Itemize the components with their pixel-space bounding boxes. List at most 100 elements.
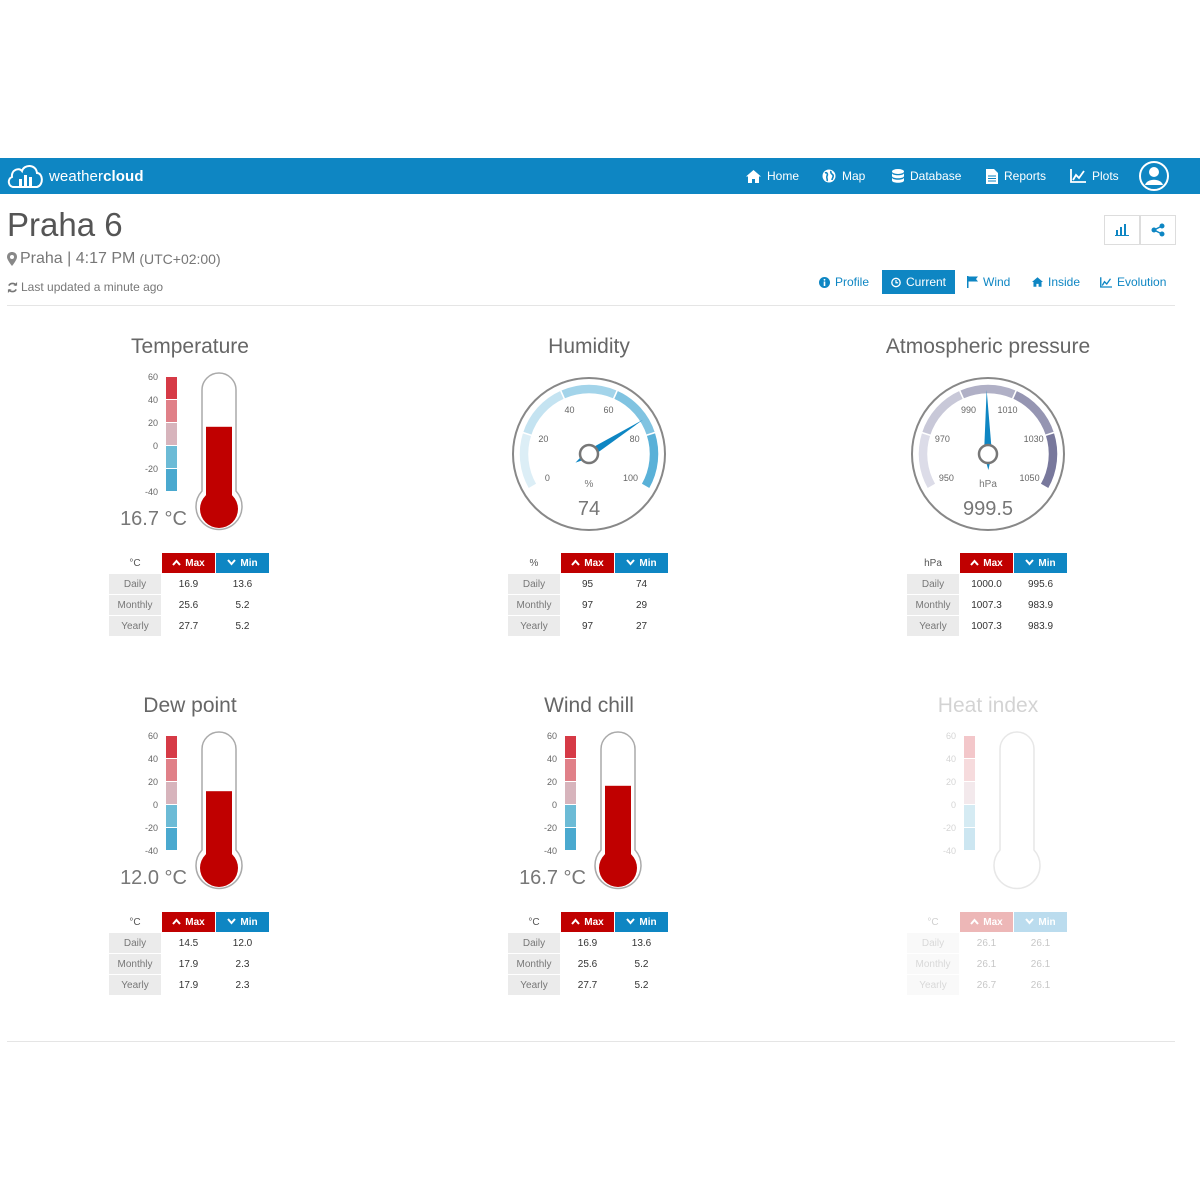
stats-min-header[interactable]: Min <box>615 553 668 573</box>
stats-max-label: Max <box>983 916 1003 928</box>
scale-color-block <box>565 759 576 781</box>
stats-max-label: Max <box>983 557 1003 569</box>
nav-home[interactable]: Home <box>746 158 799 194</box>
gauge-tick-label: 1050 <box>1020 473 1040 483</box>
stats-row: Yearly 1007.3 983.9 <box>907 616 1067 636</box>
chart-button[interactable] <box>1104 215 1140 245</box>
stats-max-label: Max <box>584 557 604 569</box>
stats-min-header[interactable]: Min <box>216 553 269 573</box>
tab-profile[interactable]: Profile <box>810 270 878 294</box>
stats-min-value: 983.9 <box>1027 620 1054 632</box>
brand-name-bold: cloud <box>103 167 144 185</box>
scale-color-block <box>565 828 576 850</box>
brand-logo[interactable]: weathercloud <box>6 158 144 194</box>
stats-max-header[interactable]: Max <box>960 553 1013 573</box>
stats-min-header[interactable]: Min <box>216 912 269 932</box>
tab-wind-label: Wind <box>983 275 1011 289</box>
scale-tick-label: -20 <box>145 464 158 474</box>
flag-icon <box>967 276 978 288</box>
humidity-widget: Humidity 0 20 40 60 80 100% 74% Max Min Daily 95 74 M… <box>399 335 799 675</box>
stats-min-header[interactable]: Min <box>615 912 668 932</box>
gauge-unit: hPa <box>979 479 997 490</box>
stats-max-value: 25.6 <box>577 958 598 970</box>
stats-min-value: 995.6 <box>1027 578 1054 590</box>
stats-max-value: 26.7 <box>976 979 997 991</box>
scale-color-block <box>166 469 177 491</box>
tab-profile-label: Profile <box>835 275 870 289</box>
stats-min-value: 13.6 <box>631 937 652 949</box>
stats-min-label: Min <box>639 557 657 569</box>
stats-min-value: 26.1 <box>1030 979 1051 991</box>
user-account-icon[interactable] <box>1138 160 1170 192</box>
nav-reports-label: Reports <box>1004 169 1047 183</box>
stats-table: °C Max Min Daily 26.1 26.1 Monthly 26.1 26.1 Year… <box>906 911 1068 996</box>
nav-database[interactable]: Database <box>892 158 961 194</box>
stats-unit: °C <box>129 557 141 569</box>
stats-max-header[interactable]: Max <box>960 912 1013 932</box>
heatindex-widget: Heat index 60 40 20 0 -20 -40 °C Max Min Daily 26.1… <box>798 694 1198 1034</box>
thermometer-gauge: 60 40 20 0 -20 -40 16.7 °C <box>120 372 243 531</box>
brand-name: weathercloud <box>49 168 144 185</box>
map-marker-icon <box>7 252 17 266</box>
tab-evolution-label: Evolution <box>1117 275 1167 289</box>
temperature-widget: Temperature 60 40 20 0 -20 -40 16.7 °C °C Max Min D… <box>0 335 400 675</box>
stats-table: °C Max Min Daily 16.9 13.6 Monthly 25.6 5.2 Yearl… <box>507 911 669 996</box>
scale-tick-label: -20 <box>943 823 956 833</box>
stats-max-value: 16.9 <box>178 578 199 590</box>
stats-min-value: 5.2 <box>235 620 250 632</box>
stats-max-value: 1007.3 <box>971 599 1002 611</box>
nav-reports[interactable]: Reports <box>986 158 1046 194</box>
tab-inside[interactable]: Inside <box>1023 270 1089 294</box>
scale-color-block <box>166 377 177 399</box>
thermometer-bulb <box>599 849 637 887</box>
stats-row-label: Yearly <box>109 616 161 636</box>
stats-table: % Max Min Daily 95 74 Monthly 97 29 Yearly 97 27 <box>507 552 669 637</box>
stats-max-value: 95 <box>581 578 594 590</box>
stats-row-label: Yearly <box>109 975 161 995</box>
stats-max-header[interactable]: Max <box>162 553 215 573</box>
chevron-down-icon <box>626 558 636 566</box>
stats-min-header[interactable]: Min <box>1014 912 1067 932</box>
nav-database-label: Database <box>910 169 962 183</box>
thermometer-bulb <box>200 490 238 528</box>
stats-min-header[interactable]: Min <box>1014 553 1067 573</box>
stats-max-value: 1007.3 <box>971 620 1002 632</box>
station-location: Praha | 4:17 PM (UTC+02:00) <box>7 250 221 268</box>
thermometer-reading: 16.7 °C <box>519 867 586 889</box>
stats-max-label: Max <box>185 916 205 928</box>
dial-gauge: 0 20 40 60 80 100% 74 <box>512 377 666 531</box>
stats-min-value: 13.6 <box>232 578 253 590</box>
scale-color-block <box>166 446 177 468</box>
stats-max-value: 17.9 <box>178 979 199 991</box>
stats-row-label: Yearly <box>508 616 560 636</box>
thermometer-bulb <box>200 849 238 887</box>
stats-row-label: Yearly <box>907 975 959 995</box>
stats-row-label: Monthly <box>907 595 959 615</box>
scale-tick-label: 60 <box>148 372 158 382</box>
database-icon <box>892 169 904 183</box>
share-button[interactable] <box>1140 215 1176 245</box>
stats-max-value: 26.1 <box>976 958 997 970</box>
stats-row: Monthly 1007.3 983.9 <box>907 595 1067 615</box>
stats-max-header[interactable]: Max <box>162 912 215 932</box>
gauge-tick-label: 40 <box>564 405 574 415</box>
stats-row: Daily 14.5 12.0 <box>109 933 269 953</box>
scale-color-block <box>964 805 975 827</box>
stats-max-value: 16.9 <box>577 937 598 949</box>
scale-color-block <box>565 805 576 827</box>
stats-min-value: 74 <box>635 578 648 590</box>
stats-max-header[interactable]: Max <box>561 553 614 573</box>
scale-tick-label: -40 <box>145 487 158 497</box>
stats-row: Daily 26.1 26.1 <box>907 933 1067 953</box>
tab-current[interactable]: Current <box>882 270 955 294</box>
scale-color-block <box>166 400 177 422</box>
stats-row-label: Daily <box>508 574 560 594</box>
scale-tick-label: 20 <box>148 418 158 428</box>
pressure-widget: Atmospheric pressure 950 970 990 1010 1030 105… <box>798 335 1198 675</box>
tab-evolution[interactable]: Evolution <box>1091 270 1175 294</box>
nav-plots[interactable]: Plots <box>1070 158 1119 194</box>
stats-row: Daily 1000.0 995.6 <box>907 574 1067 594</box>
stats-max-header[interactable]: Max <box>561 912 614 932</box>
nav-map[interactable]: Map <box>822 158 865 194</box>
tab-wind[interactable]: Wind <box>958 270 1019 294</box>
